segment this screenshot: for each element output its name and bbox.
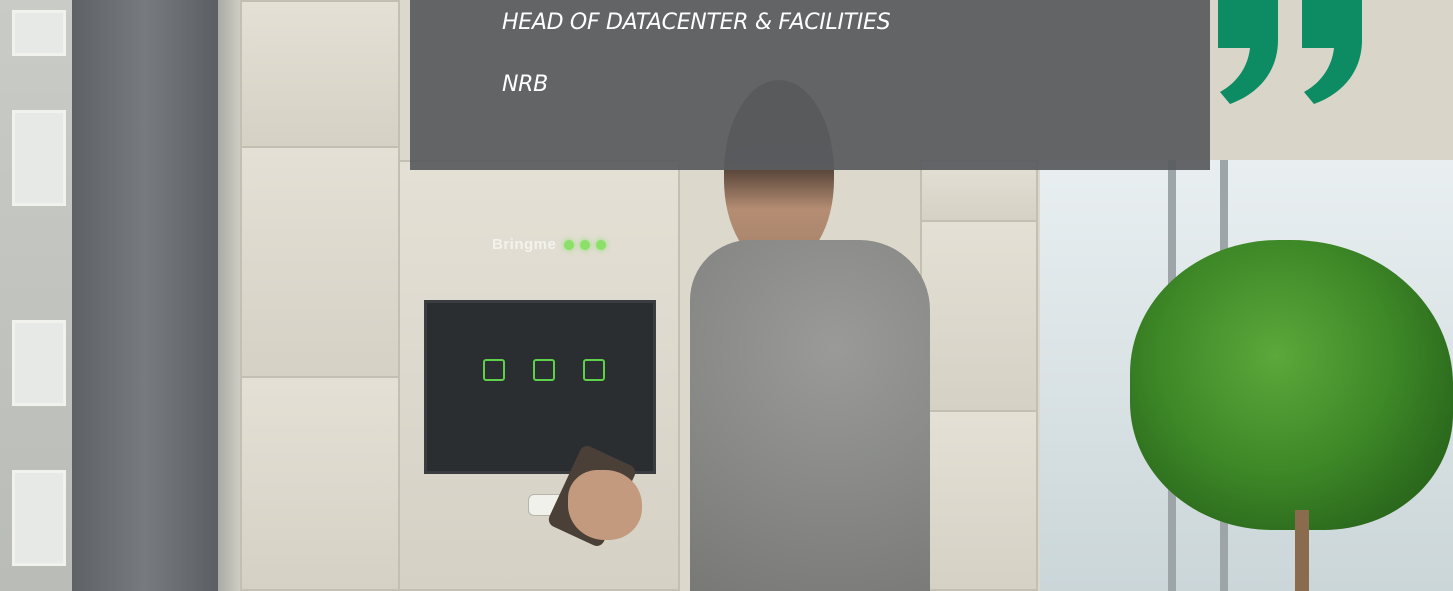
pillar-edge bbox=[218, 0, 240, 591]
left-window-wall bbox=[0, 0, 72, 591]
potted-plant bbox=[1130, 240, 1453, 591]
brand-logo-dots bbox=[564, 240, 606, 250]
plant-foliage bbox=[1130, 240, 1453, 530]
pick-up-icon bbox=[533, 359, 555, 381]
building-window bbox=[12, 110, 66, 206]
building-window bbox=[12, 320, 66, 406]
locker-touchscreen bbox=[424, 300, 656, 474]
closing-quote-icon bbox=[1218, 0, 1362, 104]
building-window bbox=[12, 10, 66, 56]
reservations-icon bbox=[583, 359, 605, 381]
hand bbox=[568, 470, 642, 540]
testimonial-author-title: HEAD OF DATACENTER & FACILITIES bbox=[502, 10, 891, 35]
locker-brand: Bringme bbox=[492, 236, 557, 253]
pillar bbox=[72, 0, 218, 591]
deliver-icon bbox=[483, 359, 505, 381]
locker-panel bbox=[240, 146, 400, 378]
plant-trunk bbox=[1295, 510, 1309, 591]
locker-panel bbox=[240, 376, 400, 591]
person-shirt bbox=[690, 240, 930, 591]
testimonial-company: NRB bbox=[502, 72, 548, 97]
building-window bbox=[12, 470, 66, 566]
locker-panel bbox=[240, 0, 400, 148]
